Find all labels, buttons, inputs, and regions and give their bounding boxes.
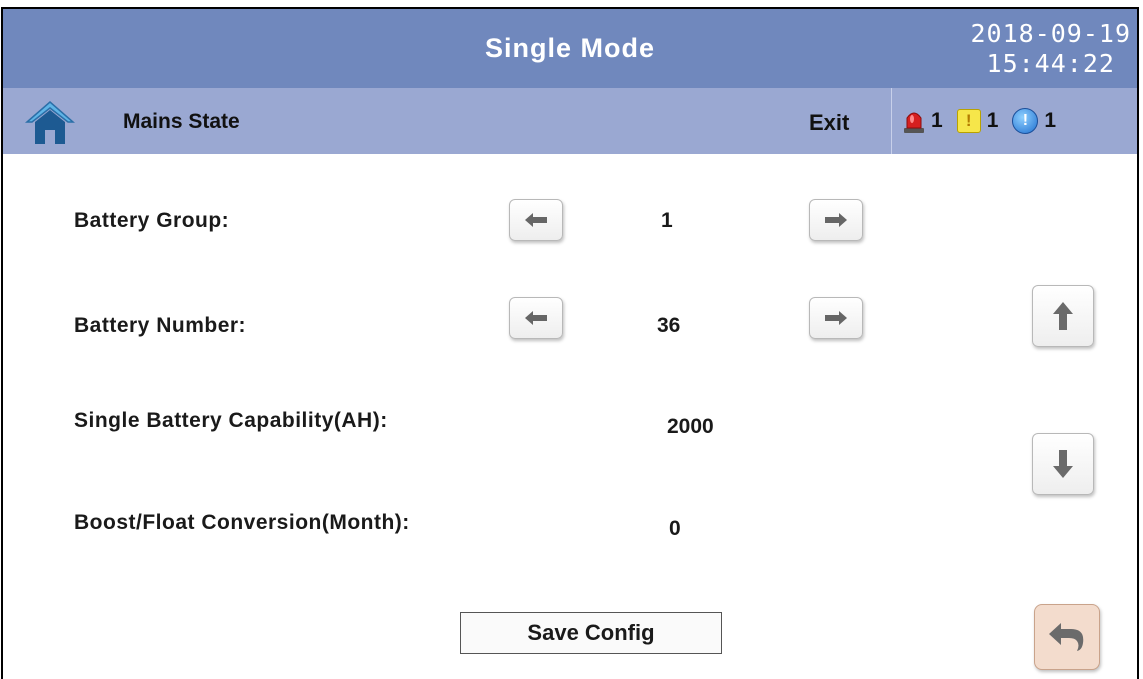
arrow-down-icon [1053,450,1073,478]
capability-value[interactable]: 2000 [667,415,714,439]
alarm-summary: 1 ! 1 ! 1 [903,108,1064,134]
info-icon: ! [1012,108,1039,134]
conversion-label: Boost/Float Conversion(Month): [74,511,410,534]
capability-label: Single Battery Capability(AH): [74,409,388,432]
arrow-right-icon [825,311,847,325]
time-text: 15:44:22 [986,49,1115,78]
app-window: Single Mode 2018-09-19 15:44:22 Mains St… [1,7,1139,679]
scroll-up-button[interactable] [1032,285,1094,347]
scroll-down-button[interactable] [1032,433,1094,495]
battery-group-value: 1 [661,209,673,232]
arrow-right-icon [825,213,847,227]
arrow-left-icon [525,213,547,227]
return-arrow-icon [1049,623,1084,651]
title-bar: Single Mode 2018-09-19 15:44:22 [3,9,1137,88]
datetime-display: 2018-09-19 15:44:22 [970,19,1131,79]
date-text: 2018-09-19 [970,19,1131,48]
status-bar: Mains State Exit 1 ! 1 ! 1 [3,88,1137,154]
page-title: Single Mode [484,33,655,63]
critical-alarm[interactable]: 1 [903,108,943,134]
warning-icon: ! [956,109,981,133]
info-alarm[interactable]: ! 1 [1012,108,1056,134]
arrow-up-icon [1053,302,1073,330]
battery-number-value: 36 [657,314,681,337]
critical-count: 1 [931,109,943,132]
warning-alarm[interactable]: ! 1 [956,109,999,133]
battery-number-label: Battery Number: [74,314,247,337]
conversion-value[interactable]: 0 [669,517,681,541]
mains-state-label: Mains State [123,110,240,133]
warning-count: 1 [986,109,999,132]
battery-group-prev-button[interactable] [509,199,563,241]
battery-number-prev-button[interactable] [509,297,563,339]
battery-group-label: Battery Group: [74,209,230,232]
battery-group-next-button[interactable] [809,199,863,241]
back-button[interactable] [1034,604,1100,670]
info-count: 1 [1044,109,1057,132]
divider [891,88,892,154]
arrow-left-icon [525,311,547,325]
alarm-siren-icon [904,112,924,133]
home-icon[interactable] [25,98,75,146]
save-config-button[interactable]: Save Config [460,612,722,654]
battery-number-next-button[interactable] [809,297,863,339]
exit-button[interactable]: Exit [809,110,849,136]
